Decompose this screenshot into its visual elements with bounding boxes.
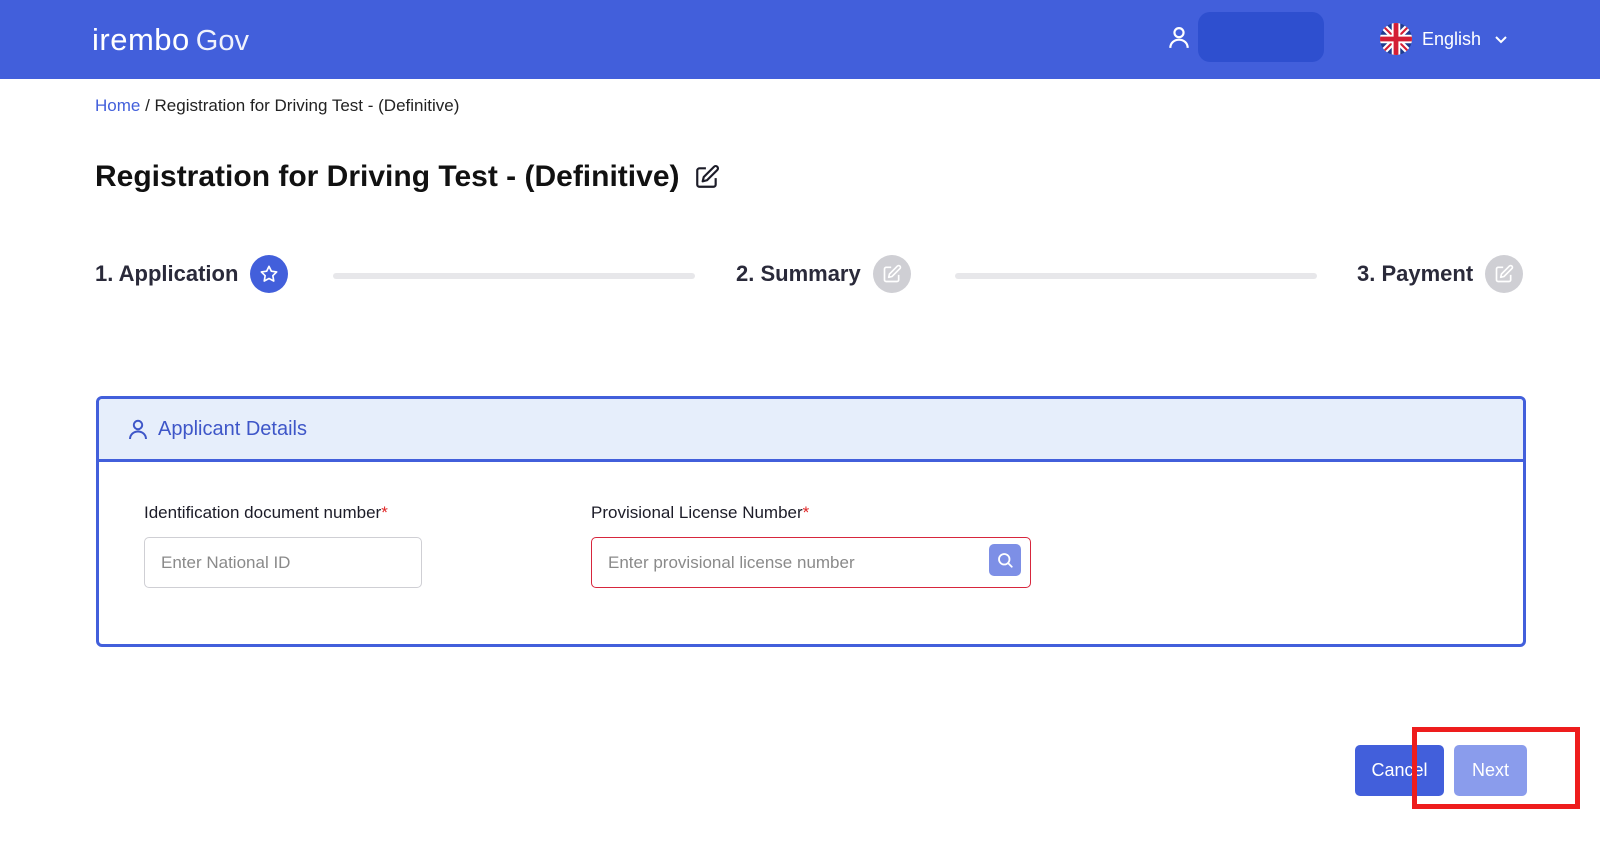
required-mark: * — [802, 503, 810, 522]
edit-icon — [883, 264, 901, 283]
step-badge-inactive — [872, 255, 911, 293]
uk-flag-icon — [1380, 23, 1412, 55]
license-number-label: Provisional License Number* — [591, 503, 809, 523]
user-icon — [129, 419, 147, 440]
language-label: English — [1422, 28, 1482, 49]
page-title: Registration for Driving Test - (Definit… — [95, 160, 680, 193]
id-number-label: Identification document number* — [144, 503, 388, 523]
user-icon[interactable] — [1166, 24, 1192, 50]
highlight-box — [1412, 727, 1580, 809]
step-label: 3. Payment — [1357, 261, 1474, 286]
language-selector[interactable]: English — [1380, 22, 1509, 56]
breadcrumb-separator: / — [140, 96, 155, 115]
chevron-down-icon — [1495, 36, 1507, 44]
step-application: 1. Application — [95, 255, 289, 293]
license-number-label-text: Provisional License Number — [591, 503, 803, 522]
top-nav-bar: irembo Gov English — [0, 0, 1600, 79]
star-icon — [260, 265, 278, 282]
national-id-input[interactable] — [144, 537, 422, 588]
step-badge-active — [250, 255, 289, 293]
card-header: Applicant Details — [99, 399, 1523, 462]
step-connector — [333, 273, 695, 279]
step-label: 2. Summary — [736, 261, 861, 286]
step-connector — [955, 273, 1317, 279]
edit-icon[interactable] — [694, 164, 720, 190]
search-icon — [998, 553, 1013, 568]
step-badge-inactive — [1485, 255, 1524, 293]
id-number-label-text: Identification document number — [144, 503, 382, 522]
card-title: Applicant Details — [158, 417, 307, 440]
edit-icon — [1495, 264, 1514, 283]
account-button[interactable] — [1198, 12, 1324, 62]
breadcrumb-current: Registration for Driving Test - (Definit… — [154, 96, 460, 115]
step-summary: 2. Summary — [736, 255, 911, 293]
step-label: 1. Application — [95, 261, 239, 286]
provisional-license-input[interactable] — [591, 537, 1031, 588]
irembo-gov-logo[interactable]: irembo Gov — [92, 22, 249, 58]
breadcrumb-home-link[interactable]: Home — [95, 96, 140, 115]
logo-suffix: Gov — [195, 25, 249, 57]
breadcrumb: Home / Registration for Driving Test - (… — [95, 96, 459, 116]
logo-brand: irembo — [92, 22, 190, 57]
license-search-button[interactable] — [989, 544, 1021, 576]
step-payment: 3. Payment — [1357, 255, 1524, 293]
required-mark: * — [381, 503, 388, 522]
page-title-row: Registration for Driving Test - (Definit… — [95, 160, 720, 194]
